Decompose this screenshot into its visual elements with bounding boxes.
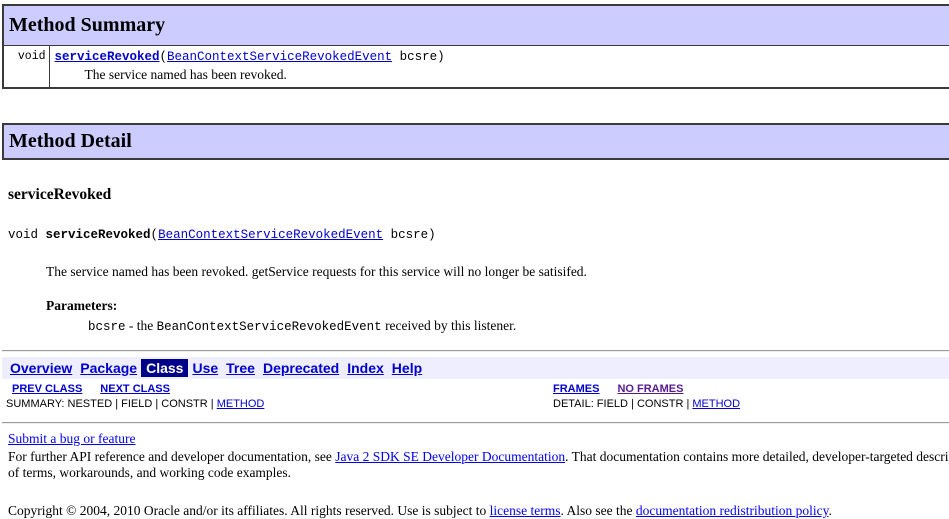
subnav-left: PREV CLASS NEXT CLASS <box>2 383 553 395</box>
copyright-text: Copyright © 2004, 2010 Oracle and/or its… <box>8 503 490 518</box>
method-detail-signature: void serviceRevoked(BeanContextServiceRe… <box>8 228 949 242</box>
page: Method Summary void serviceRevoked(BeanC… <box>0 0 949 519</box>
nav-item-overview[interactable]: Overview <box>6 359 76 377</box>
parameters-label: Parameters: <box>46 298 949 314</box>
subnav-right: FRAMES NO FRAMES <box>553 383 949 395</box>
method-summary-row: void serviceRevoked(BeanContextServiceRe… <box>3 46 949 89</box>
method-detail-description: The service named has been revoked. getS… <box>46 264 906 280</box>
doc-before: For further API reference and developer … <box>8 449 335 464</box>
summary-method-link[interactable]: METHOD <box>217 398 265 410</box>
sig-method-name: serviceRevoked <box>46 228 151 242</box>
detail-prefix: DETAIL: FIELD | CONSTR | <box>553 398 692 410</box>
no-frames-link[interactable]: NO FRAMES <box>617 383 683 395</box>
method-detail-header-row: Method Detail <box>3 124 949 159</box>
method-summary-signature: serviceRevoked(BeanContextServiceRevoked… <box>55 50 949 64</box>
bean-context-event-link[interactable]: BeanContextServiceRevokedEvent <box>158 228 383 242</box>
method-summary-description: The service named has been revoked. <box>55 67 949 83</box>
return-type-cell: void <box>3 46 49 89</box>
bean-context-event-link[interactable]: BeanContextServiceRevokedEvent <box>167 50 392 64</box>
nav-item-class: Class <box>141 359 188 377</box>
copyright-line: Copyright © 2004, 2010 Oracle and/or its… <box>8 503 949 519</box>
param-name: bcsre <box>88 320 126 334</box>
sig-rest: bcsre) <box>383 228 436 242</box>
method-detail-table: Method Detail <box>2 123 949 160</box>
nav-item-deprecated[interactable]: Deprecated <box>259 359 343 377</box>
sig-prefix: void <box>8 228 46 242</box>
nav-item-help[interactable]: Help <box>388 359 426 377</box>
nav-item-package[interactable]: Package <box>76 359 141 377</box>
nav-item-use[interactable]: Use <box>188 359 222 377</box>
index-link[interactable]: Index <box>347 360 384 376</box>
param-rest: bcsre) <box>392 50 445 64</box>
parameter-line: bcsre - the BeanContextServiceRevokedEve… <box>88 318 949 334</box>
copyright-mid: . Also see the <box>561 503 636 518</box>
paren-open: ( <box>160 50 168 64</box>
summary-prefix: SUMMARY: NESTED | FIELD | CONSTR | <box>6 398 217 410</box>
param-mid: - the <box>126 318 157 333</box>
subnav-row-links: PREV CLASS NEXT CLASS FRAMES NO FRAMES <box>2 383 949 395</box>
submit-bug-line: Submit a bug or feature <box>8 431 949 447</box>
next-class-link[interactable]: NEXT CLASS <box>100 383 170 395</box>
spacer <box>2 89 949 123</box>
tree-link[interactable]: Tree <box>226 360 255 376</box>
method-detail-title: Method Detail <box>3 124 949 159</box>
sdk-docs-link[interactable]: Java 2 SDK SE Developer Documentation <box>335 449 565 464</box>
doc-reference-line: For further API reference and developer … <box>8 449 949 465</box>
method-summary-title: Method Summary <box>3 5 949 46</box>
nav-item-index[interactable]: Index <box>343 359 388 377</box>
frames-link[interactable]: FRAMES <box>553 383 599 395</box>
doc-reference-line2: of terms, workarounds, and working code … <box>8 465 949 481</box>
deprecated-link[interactable]: Deprecated <box>263 360 339 376</box>
detail-anchors: DETAIL: FIELD | CONSTR | METHOD <box>553 398 949 410</box>
method-summary-header-row: Method Summary <box>3 5 949 46</box>
overview-link[interactable]: Overview <box>10 360 72 376</box>
method-detail-heading: serviceRevoked <box>8 186 949 204</box>
divider <box>2 422 949 424</box>
doc-after: . That documentation contains more detai… <box>565 449 949 464</box>
package-link[interactable]: Package <box>80 360 137 376</box>
method-summary-signature-cell: serviceRevoked(BeanContextServiceRevoked… <box>49 46 949 89</box>
sig-paren-open: ( <box>151 228 159 242</box>
method-summary-table: Method Summary void serviceRevoked(BeanC… <box>2 4 949 89</box>
help-link[interactable]: Help <box>392 360 422 376</box>
subnav-row-anchors: SUMMARY: NESTED | FIELD | CONSTR | METHO… <box>2 398 949 410</box>
use-link[interactable]: Use <box>192 360 218 376</box>
license-terms-link[interactable]: license terms <box>490 503 561 518</box>
service-revoked-link[interactable]: serviceRevoked <box>55 50 160 64</box>
footer: Submit a bug or feature For further API … <box>8 431 949 519</box>
param-rest-text: received by this listener. <box>382 318 517 333</box>
divider <box>2 350 949 352</box>
prev-class-link[interactable]: PREV CLASS <box>12 383 82 395</box>
summary-anchors: SUMMARY: NESTED | FIELD | CONSTR | METHO… <box>2 398 553 410</box>
copyright-end: . <box>829 503 832 518</box>
navigation-bar: Overview PackageClassUse Tree Deprecated Ind… <box>2 357 949 379</box>
param-type: BeanContextServiceRevokedEvent <box>157 320 382 334</box>
redistribution-policy-link[interactable]: documentation redistribution policy <box>636 503 829 518</box>
detail-method-link[interactable]: METHOD <box>692 398 740 410</box>
submit-bug-link[interactable]: Submit a bug or feature <box>8 431 135 446</box>
nav-item-tree[interactable]: Tree <box>222 359 259 377</box>
